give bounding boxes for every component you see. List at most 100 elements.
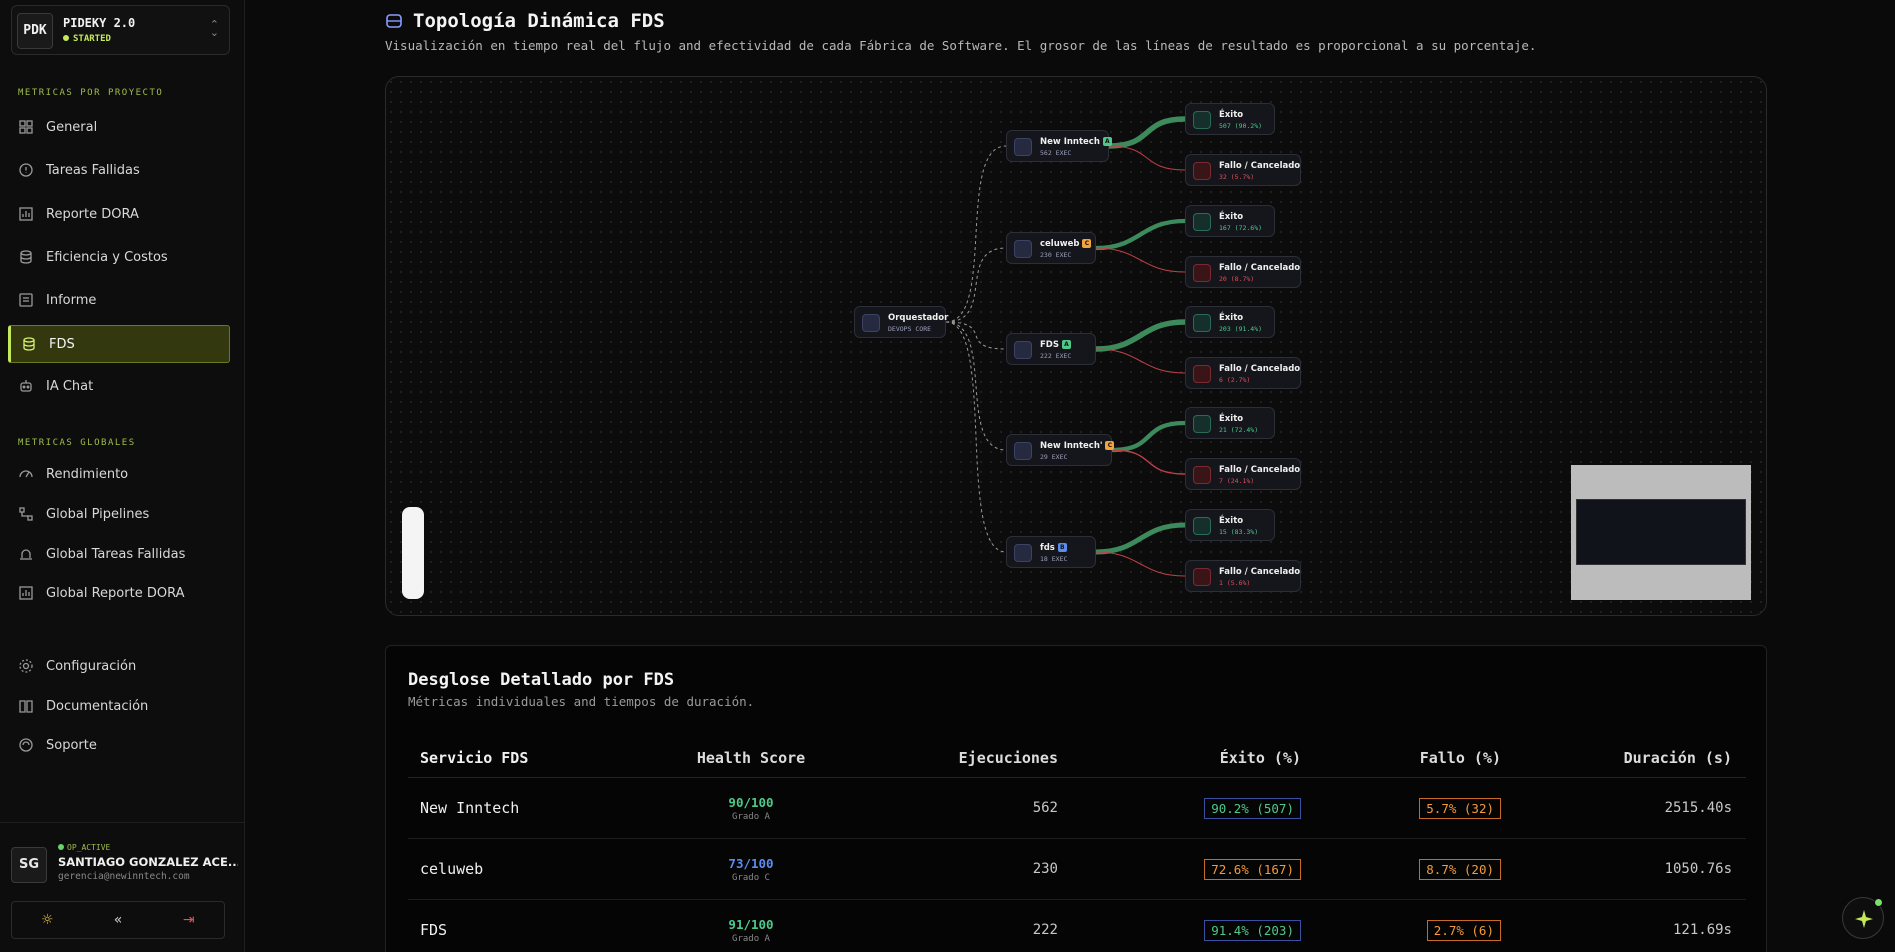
node-name-text: Orquestador (888, 313, 949, 323)
table-row[interactable]: New Inntech 90/100 Grado A 562 90.2% (507) 5.… (408, 778, 1746, 839)
topology-canvas[interactable]: Orquestador DEVOPS CORE New Inntech A 562 EX… (385, 76, 1767, 616)
sidebar-item-rendimiento[interactable]: Rendimiento (8, 455, 230, 493)
layers-icon (23, 337, 35, 351)
node-name-text: Fallo / Cancelado (1219, 567, 1301, 577)
header-success[interactable]: Éxito (%) (1220, 738, 1301, 777)
node-name-text: fds (1040, 543, 1055, 553)
user-panel: SG OP_ACTIVE SANTIAGO GONZALEZ ACE... ge… (0, 822, 245, 952)
grade-badge: A (1061, 340, 1071, 349)
sidebar-item-fds[interactable]: FDS (8, 325, 230, 363)
project-switcher[interactable]: PDK PIDEKY 2.0 STARTED ⌃ ⌄ (11, 5, 230, 55)
sidebar-item-label: Rendimiento (46, 466, 129, 482)
minimap-viewport (1576, 499, 1746, 565)
cell-health: 90/100 Grado A (670, 778, 832, 838)
node-success[interactable]: Éxito 21 (72.4%) (1185, 407, 1275, 439)
header-failure[interactable]: Fallo (%) (1420, 738, 1501, 777)
sidebar-item-tareas-fallidas[interactable]: Tareas Fallidas (8, 151, 230, 189)
node-subtitle: 222 EXEC (1040, 352, 1072, 360)
success-badge: 72.6% (167) (1204, 858, 1301, 880)
ai-assistant-button[interactable] (1842, 897, 1884, 939)
sidebar-item-configuraci-n[interactable]: Configuración (8, 647, 230, 685)
node-name: New Inntech A (1040, 137, 1112, 147)
sidebar-item-label: FDS (49, 336, 75, 352)
sidebar-item-reporte-dora[interactable]: Reporte DORA (8, 195, 230, 233)
x-circle-icon (1193, 466, 1211, 484)
edge-success (1095, 522, 1186, 555)
node-name: Éxito (1219, 414, 1243, 424)
cell-service: celuweb (420, 860, 484, 878)
logout-button[interactable]: ⇥ (153, 902, 224, 938)
notification-badge (1874, 898, 1883, 907)
node-name-text: FDS (1040, 340, 1059, 350)
cell-duration: 1050.76s (1664, 861, 1732, 877)
node-subtitle: 32 (5.7%) (1219, 173, 1255, 181)
minimap[interactable] (1571, 465, 1751, 600)
node-name: Fallo / Cancelado (1219, 263, 1300, 273)
table-header: Servicio FDS Health Score Ejecuciones Éx… (408, 738, 1746, 778)
node-name: Éxito (1219, 313, 1243, 323)
database-icon (862, 314, 880, 332)
node-failure[interactable]: Fallo / Cancelado 1 (5.6%) (1185, 560, 1301, 592)
brand-status-text: STARTED (73, 34, 111, 44)
node-factory[interactable]: celuweb C 230 EXEC (1006, 232, 1096, 264)
node-name: fds B (1040, 543, 1067, 553)
user-name: SANTIAGO GONZALEZ ACE... (58, 855, 238, 869)
node-factory[interactable]: New Inntech A 562 EXEC (1006, 130, 1112, 162)
sidebar-item-eficiencia-y-costos[interactable]: Eficiencia y Costos (8, 238, 230, 276)
check-circle-icon (1193, 111, 1211, 129)
node-subtitle: 21 (72.4%) (1219, 426, 1259, 434)
node-subtitle: 230 EXEC (1040, 251, 1072, 259)
table-row[interactable]: celuweb 73/100 Grado C 230 72.6% (167) 8.7% (… (408, 839, 1746, 900)
header-duration[interactable]: Duración (s) (1624, 738, 1732, 777)
node-name: Orquestador (888, 313, 948, 323)
sidebar-item-general[interactable]: General (8, 108, 230, 146)
theme-toggle-button[interactable]: ☼ (12, 902, 83, 938)
node-failure[interactable]: Fallo / Cancelado 20 (8.7%) (1185, 256, 1301, 288)
zoom-controls[interactable] (402, 507, 424, 599)
success-badge: 90.2% (507) (1204, 797, 1301, 819)
section-label-global: METRICAS GLOBALES (18, 438, 136, 448)
node-success[interactable]: Éxito 167 (72.6%) (1185, 205, 1275, 237)
header-health[interactable]: Health Score (670, 738, 832, 777)
x-circle-icon (1193, 568, 1211, 586)
node-failure[interactable]: Fallo / Cancelado 32 (5.7%) (1185, 154, 1301, 186)
node-subtitle: 20 (8.7%) (1219, 275, 1255, 283)
table-row[interactable]: FDS 91/100 Grado A 222 91.4% (203) 2.7% (6) 12… (408, 900, 1746, 952)
node-name: Éxito (1219, 212, 1243, 222)
sidebar-item-global-reporte-dora[interactable]: Global Reporte DORA (8, 574, 230, 612)
node-success[interactable]: Éxito 15 (83.3%) (1185, 509, 1275, 541)
sidebar-item-ia-chat[interactable]: IA Chat (8, 367, 230, 405)
cell-health: 91/100 Grado A (670, 900, 832, 952)
node-success[interactable]: Éxito 507 (90.2%) (1185, 103, 1275, 135)
sidebar-item-soporte[interactable]: Soporte (8, 726, 230, 764)
node-name: Éxito (1219, 110, 1243, 120)
node-name: Fallo / Cancelado (1219, 161, 1300, 171)
header-executions[interactable]: Ejecuciones (959, 738, 1058, 777)
success-badge: 91.4% (203) (1204, 919, 1301, 941)
bar-chart-icon (19, 586, 33, 600)
edge-orchestrator-factory (945, 247, 1007, 323)
sidebar-item-global-pipelines[interactable]: Global Pipelines (8, 495, 230, 533)
sidebar-item-label: Informe (46, 292, 97, 308)
node-name-text: Fallo / Cancelado (1219, 465, 1301, 475)
node-failure[interactable]: Fallo / Cancelado 7 (24.1%) (1185, 458, 1301, 490)
node-factory[interactable]: fds B 18 EXEC (1006, 536, 1096, 568)
node-factory[interactable]: FDS A 222 EXEC (1006, 333, 1096, 365)
node-orchestrator[interactable]: Orquestador DEVOPS CORE (854, 306, 948, 338)
node-factory[interactable]: New Inntech' C 29 EXEC (1006, 434, 1115, 466)
check-circle-icon (1193, 415, 1211, 433)
node-success[interactable]: Éxito 203 (91.4%) (1185, 306, 1275, 338)
edge-success (1095, 319, 1186, 352)
sidebar-item-documentaci-n[interactable]: Documentación (8, 687, 230, 725)
collapse-sidebar-button[interactable]: « (83, 902, 154, 938)
node-failure[interactable]: Fallo / Cancelado 6 (2.7%) (1185, 357, 1301, 389)
sidebar-item-global-tareas-fallidas[interactable]: Global Tareas Fallidas (8, 535, 230, 573)
node-subtitle: 6 (2.7%) (1219, 376, 1251, 384)
layers-icon (1014, 442, 1032, 460)
node-subtitle: 15 (83.3%) (1219, 528, 1259, 536)
check-circle-icon (1193, 213, 1211, 231)
node-name-text: Fallo / Cancelado (1219, 161, 1301, 171)
sidebar-item-informe[interactable]: Informe (8, 281, 230, 319)
status-dot-icon (63, 35, 69, 41)
header-service[interactable]: Servicio FDS (420, 738, 528, 777)
